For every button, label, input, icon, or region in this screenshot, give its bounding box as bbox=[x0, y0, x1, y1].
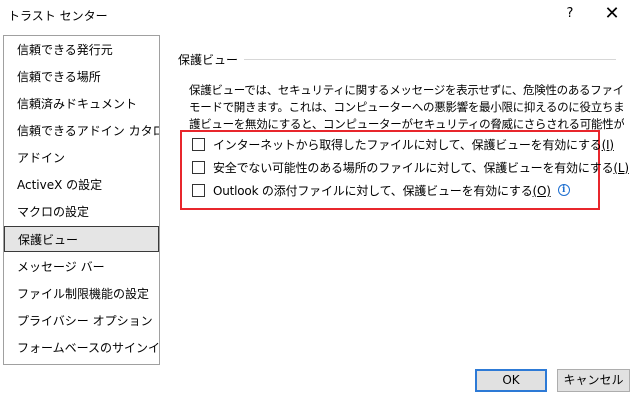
access-key: (I) bbox=[601, 137, 615, 152]
window-title: トラスト センター bbox=[8, 9, 108, 23]
option-label: インターネットから取得したファイルに対して、保護ビューを有効にする bbox=[213, 137, 602, 152]
sidebar-item-message-bar[interactable]: メッセージ バー bbox=[4, 254, 159, 280]
description-line: モードで開きます。これは、コンピューターへの悪影響を最小限に抑えるのに役立ちます… bbox=[189, 100, 624, 114]
option-outlook-attachments[interactable]: Outlook の添付ファイルに対して、保護ビューを有効にする(O) i bbox=[192, 181, 570, 199]
description-line: 保護ビューでは、セキュリティに関するメッセージを表示せずに、危険性のあるファイル… bbox=[189, 83, 624, 97]
sidebar-item-trusted-publishers[interactable]: 信頼できる発行元 bbox=[4, 37, 159, 63]
sidebar-item-protected-view[interactable]: 保護ビュー bbox=[4, 226, 159, 252]
sidebar-item-trusted-locations[interactable]: 信頼できる場所 bbox=[4, 64, 159, 90]
ok-button[interactable]: OK bbox=[475, 369, 547, 392]
sidebar: 信頼できる発行元 信頼できる場所 信頼済みドキュメント 信頼できるアドイン カタ… bbox=[3, 35, 160, 365]
sidebar-item-form-based-signin[interactable]: フォームベースのサインイン bbox=[4, 335, 159, 361]
title-bar: トラスト センター ? ✕ bbox=[0, 0, 636, 30]
sidebar-item-activex[interactable]: ActiveX の設定 bbox=[4, 172, 159, 198]
option-label: Outlook の添付ファイルに対して、保護ビューを有効にする bbox=[213, 183, 533, 198]
sidebar-item-addins[interactable]: アドイン bbox=[4, 145, 159, 171]
close-button[interactable]: ✕ bbox=[598, 3, 626, 25]
cancel-button[interactable]: キャンセル bbox=[557, 369, 630, 392]
info-icon[interactable]: i bbox=[557, 184, 570, 196]
unsafe-locations-checkbox[interactable] bbox=[192, 160, 205, 174]
description-text: 保護ビューでは、セキュリティに関するメッセージを表示せずに、危険性のあるファイル… bbox=[189, 82, 624, 133]
sidebar-item-trusted-addin-catalogs[interactable]: 信頼できるアドイン カタログ bbox=[4, 118, 159, 144]
option-label: 安全でない可能性のある場所のファイルに対して、保護ビューを有効にする bbox=[213, 160, 614, 175]
access-key: (O) bbox=[532, 183, 551, 198]
option-unsafe-locations[interactable]: 安全でない可能性のある場所のファイルに対して、保護ビューを有効にする(L) i bbox=[192, 158, 636, 176]
section-divider bbox=[244, 59, 616, 60]
access-key: (L) bbox=[613, 160, 629, 175]
help-button[interactable]: ? bbox=[558, 3, 582, 25]
internet-files-checkbox[interactable] bbox=[192, 137, 205, 151]
sidebar-item-trusted-documents[interactable]: 信頼済みドキュメント bbox=[4, 91, 159, 117]
option-internet-files[interactable]: インターネットから取得したファイルに対して、保護ビューを有効にする(I) bbox=[192, 135, 614, 153]
outlook-attachments-checkbox[interactable] bbox=[192, 183, 205, 197]
section-title: 保護ビュー bbox=[178, 53, 239, 67]
sidebar-item-privacy-options[interactable]: プライバシー オプション bbox=[4, 308, 159, 334]
sidebar-item-macros[interactable]: マクロの設定 bbox=[4, 199, 159, 225]
sidebar-item-file-block[interactable]: ファイル制限機能の設定 bbox=[4, 281, 159, 307]
